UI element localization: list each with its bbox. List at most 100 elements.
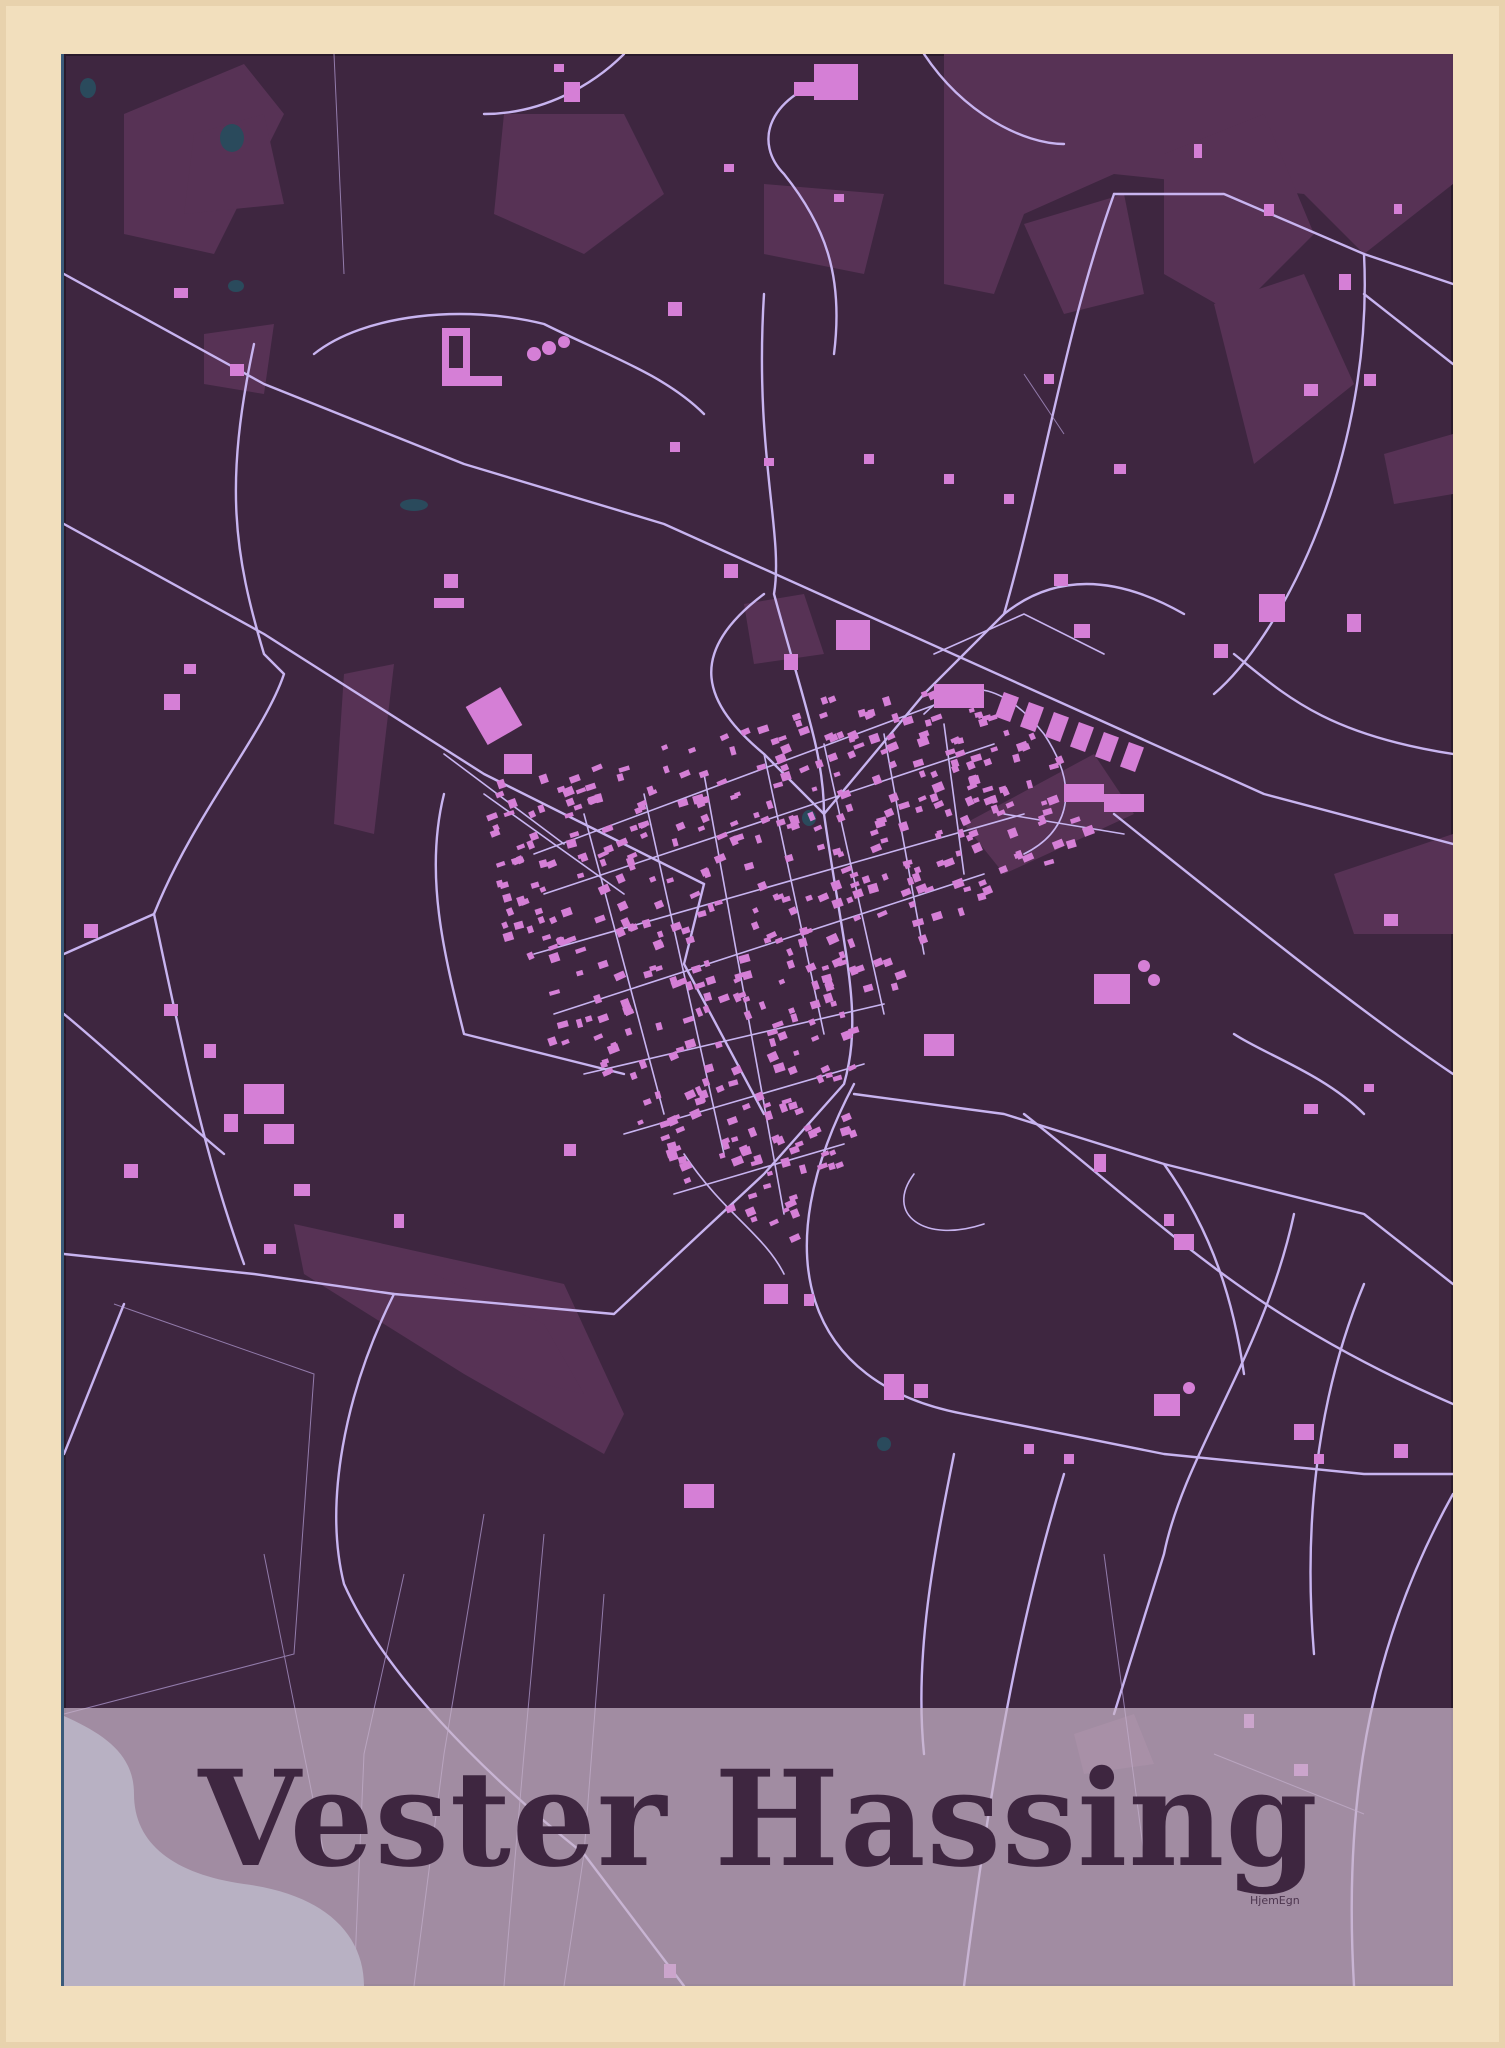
house-footprint [944,808,953,818]
house-footprint [1028,732,1036,741]
house-footprint [725,1203,737,1214]
house-footprint [616,900,629,912]
house-footprint [688,746,697,754]
house-footprint [652,938,665,951]
house-footprint [810,1034,820,1042]
house-footprint [541,934,552,941]
house-footprint [786,959,796,970]
house-footprint [774,752,788,765]
house-footprint [805,894,813,902]
house-footprint [853,742,865,750]
house-footprint [593,993,603,1005]
house-footprint [697,825,706,832]
house-footprint [639,831,648,840]
house-footprint [760,815,771,825]
house-footprint [868,732,881,745]
house-footprint [918,729,930,739]
house-footprint [876,816,887,825]
house-footprint [606,1043,620,1055]
house-footprint [930,713,943,723]
house-footprint [713,853,727,864]
house-footprint [756,763,767,771]
house-footprint [978,879,987,887]
house-footprint [942,857,956,868]
house-footprint [613,970,627,982]
house-footprint [788,1101,798,1111]
house-footprint [789,1208,801,1219]
house-footprint [675,821,686,832]
house-footprint [548,989,561,996]
house-footprint [954,749,966,758]
house-footprint [629,1071,638,1081]
house-footprint [872,957,884,968]
house-footprint [876,909,888,919]
house-footprint [734,972,745,980]
house-footprint [489,828,501,838]
house-footprint [591,763,603,773]
house-footprint [689,890,701,900]
house-footprint [916,735,930,748]
house-footprint [666,877,675,884]
house-footprint [848,1026,860,1035]
house-footprint [743,1010,753,1021]
house-footprint [705,975,717,986]
house-footprint [584,782,597,792]
house-footprint [799,764,810,774]
house-footprint [654,1090,662,1100]
house-footprint [766,1050,780,1063]
house-footprint [716,778,728,787]
house-footprint [537,804,546,814]
house-footprint [790,1013,799,1023]
house-footprint [830,879,843,892]
house-footprint [738,953,751,964]
house-footprint [700,813,710,824]
house-footprint [719,733,730,742]
house-footprint [616,773,625,782]
house-footprint [661,744,669,751]
house-footprint [846,896,854,904]
house-footprint [662,765,670,774]
house-footprint [495,790,505,799]
house-footprint [660,1134,671,1142]
house-footprint [575,1018,584,1029]
house-footprint [835,1161,844,1169]
house-footprint [526,925,535,934]
house-footprint [862,983,874,993]
house-footprint [537,915,546,924]
building-footprints [84,64,1408,1978]
house-footprint [695,1007,704,1018]
house-footprint [913,866,922,874]
house-footprint [845,803,854,813]
house-footprint [827,1162,836,1171]
house-footprint [526,839,536,850]
house-footprint [1026,779,1034,789]
house-footprint [513,920,525,931]
house-footprint [797,937,808,948]
house-footprint [816,843,826,851]
house-footprint [786,947,794,957]
house-footprint [825,932,840,946]
house-footprint [917,934,929,945]
house-footprint [685,935,695,945]
house-footprint [730,1064,743,1076]
house-footprint [838,1011,846,1019]
house-footprint [931,781,945,794]
house-footprint [637,1119,644,1126]
house-footprint [833,771,841,778]
house-footprint [495,860,506,868]
house-footprint [691,964,702,974]
house-footprint [597,1013,610,1024]
house-footprint [1003,729,1010,737]
house-footprint [576,872,585,879]
house-footprint [805,962,817,973]
house-footprint [774,937,784,945]
house-footprint [890,982,899,992]
house-footprint [649,875,657,883]
house-footprint [707,902,715,913]
house-footprint [818,711,828,720]
house-footprint [861,875,871,884]
house-footprint [831,897,844,909]
house-footprint [618,765,631,773]
house-footprint [882,957,894,968]
house-footprint [867,882,880,894]
